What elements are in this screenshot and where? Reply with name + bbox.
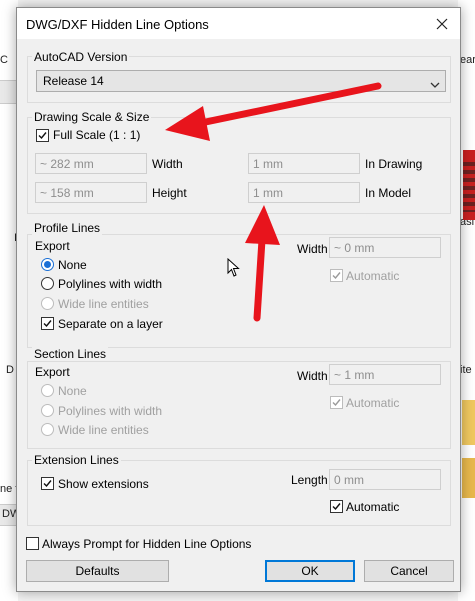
autocad-version-label: AutoCAD Version [32,50,130,64]
checkmark-icon [43,480,52,488]
checkmark-icon [332,399,341,407]
profile-none-label: None [58,258,87,272]
drawing-scale-label: Drawing Scale & Size [32,110,152,124]
background-text: D [6,364,14,376]
width-drawing-field[interactable]: ~ 282 mm [35,153,147,174]
full-scale-label: Full Scale (1 : 1) [53,128,141,142]
checkmark-icon [332,272,341,280]
always-prompt-label: Always Prompt for Hidden Line Options [42,537,252,551]
separate-layer-checkbox[interactable] [41,317,54,330]
section-width-label: Width [297,369,328,383]
ok-button[interactable]: OK [265,560,355,582]
profile-wide-radio[interactable] [41,297,54,310]
checkmark-icon [38,132,47,140]
section-polylines-label: Polylines with width [58,404,163,418]
checkmark-icon [332,503,341,511]
background-film-image [463,150,475,220]
background-image [462,458,475,498]
autocad-version-select[interactable]: Release 14 [36,70,446,92]
profile-wide-label: Wide line entities [58,297,149,311]
extension-automatic-checkbox[interactable] [330,500,343,513]
extension-automatic-label: Automatic [346,500,400,514]
section-none-radio[interactable] [41,384,54,397]
mouse-cursor-icon [227,257,241,281]
defaults-button[interactable]: Defaults [26,560,169,582]
length-label: Length [291,473,328,487]
profile-width-label: Width [297,242,328,256]
profile-export-label: Export [35,239,70,253]
background-text: ite [460,364,472,376]
dialog-title: DWG/DXF Hidden Line Options [26,17,209,32]
cancel-button[interactable]: Cancel [364,560,454,582]
close-button[interactable] [432,14,452,34]
profile-lines-label: Profile Lines [32,221,103,235]
profile-automatic-checkbox[interactable] [330,269,343,282]
section-automatic-checkbox[interactable] [330,396,343,409]
checkmark-icon [43,320,52,328]
length-field[interactable]: 0 mm [329,469,441,490]
hidden-line-options-dialog: DWG/DXF Hidden Line Options AutoCAD Vers… [16,7,461,592]
section-wide-radio[interactable] [41,423,54,436]
profile-polylines-radio[interactable] [41,277,54,290]
in-drawing-field[interactable]: 1 mm [248,153,360,174]
height-drawing-field[interactable]: ~ 158 mm [35,182,147,203]
section-width-field[interactable]: ~ 1 mm [329,364,441,385]
profile-width-field[interactable]: ~ 0 mm [329,237,441,258]
background-image [462,400,475,445]
close-icon [432,14,452,34]
chevron-down-icon [430,76,440,96]
extension-lines-label: Extension Lines [32,453,121,467]
height-label: Height [152,186,187,200]
show-extensions-checkbox[interactable] [41,477,54,490]
section-export-label: Export [35,365,70,379]
background-text: C [0,54,8,66]
profile-none-radio[interactable] [41,258,54,271]
in-drawing-label: In Drawing [365,157,423,171]
width-label: Width [152,157,183,171]
always-prompt-checkbox[interactable] [26,537,39,550]
section-polylines-radio[interactable] [41,404,54,417]
section-automatic-label: Automatic [346,396,400,410]
dialog-titlebar[interactable]: DWG/DXF Hidden Line Options [17,8,460,39]
in-model-label: In Model [365,186,412,200]
full-scale-checkbox[interactable] [36,129,49,142]
section-wide-label: Wide line entities [58,423,149,437]
show-extensions-label: Show extensions [58,477,149,491]
background-text: ear [460,54,475,66]
autocad-version-selected: Release 14 [43,74,104,88]
profile-automatic-label: Automatic [346,269,400,283]
profile-polylines-label: Polylines with width [58,277,163,291]
separate-layer-label: Separate on a layer [58,317,163,331]
section-lines-label: Section Lines [32,347,109,361]
in-model-field[interactable]: 1 mm [248,182,360,203]
section-none-label: None [58,384,87,398]
